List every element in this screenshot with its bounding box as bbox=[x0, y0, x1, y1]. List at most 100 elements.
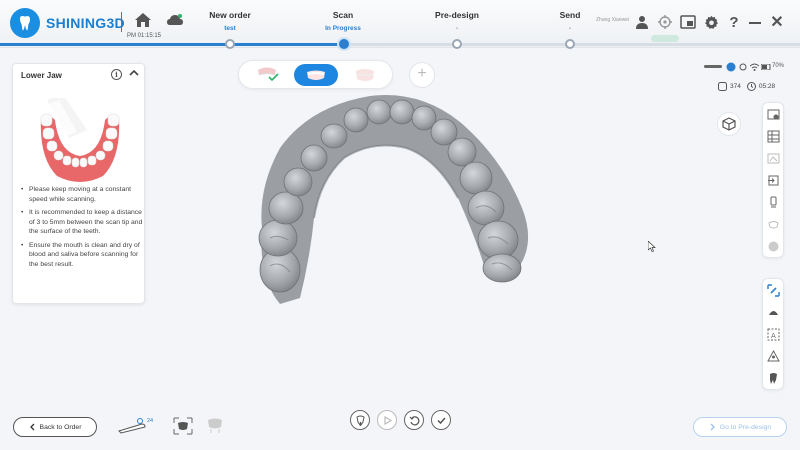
svg-text:A: A bbox=[771, 332, 776, 340]
calibrate-status-pill bbox=[651, 35, 679, 42]
lower-jaw-3d-model[interactable] bbox=[240, 88, 540, 310]
check-icon bbox=[436, 416, 446, 424]
step-dot-new-order bbox=[225, 39, 235, 49]
clock-icon bbox=[746, 82, 756, 91]
settings-button[interactable] bbox=[702, 13, 720, 31]
home-icon bbox=[135, 13, 151, 27]
scan-counters: 374 05:28 bbox=[718, 82, 775, 91]
progress-fill bbox=[0, 43, 344, 46]
tool-denture[interactable] bbox=[763, 213, 783, 235]
screenshot-button[interactable] bbox=[679, 13, 697, 31]
lower-jaw-view-icon bbox=[173, 417, 193, 435]
tool-mark[interactable] bbox=[763, 301, 783, 323]
frame-count: 374 bbox=[730, 83, 741, 90]
step-label: New order bbox=[209, 10, 251, 20]
step-sub: - bbox=[568, 25, 572, 32]
step-scan[interactable]: Scan In Progress bbox=[293, 10, 393, 32]
add-scan-button[interactable]: + bbox=[409, 62, 435, 88]
hide-icon bbox=[768, 241, 778, 251]
confirm-button[interactable] bbox=[431, 410, 451, 430]
collapse-icon[interactable] bbox=[129, 68, 139, 79]
play-button[interactable] bbox=[377, 410, 397, 430]
back-to-order-button[interactable]: Back to Order bbox=[13, 417, 97, 437]
tool-grid[interactable] bbox=[763, 125, 783, 147]
lock-area-icon: A bbox=[767, 328, 779, 340]
minimize-button[interactable] bbox=[746, 13, 764, 31]
tool-scan-settings[interactable] bbox=[763, 103, 783, 125]
elapsed-time: 05:28 bbox=[758, 83, 776, 90]
right-toolbar-top bbox=[762, 102, 784, 258]
app-logo: SHINING3D bbox=[10, 8, 125, 38]
right-toolbar-bottom: A bbox=[762, 278, 784, 390]
timer: 05:28 bbox=[746, 82, 776, 91]
close-button[interactable]: ✕ bbox=[768, 13, 786, 31]
go-to-pre-design-button[interactable]: Go to Pre-design bbox=[693, 417, 787, 437]
step-sub: test bbox=[224, 25, 236, 32]
help-button[interactable]: ? bbox=[725, 13, 743, 31]
app-name: SHINING3D bbox=[46, 15, 125, 31]
panel-title: Lower Jaw bbox=[21, 71, 62, 80]
mark-area-icon bbox=[768, 310, 778, 315]
tool-trim[interactable] bbox=[763, 279, 783, 301]
upper-view-button[interactable] bbox=[204, 416, 226, 441]
tool-measure[interactable] bbox=[763, 345, 783, 367]
tip-item: It is recommended to keep a distance of … bbox=[19, 208, 143, 237]
lower-view-button[interactable] bbox=[172, 416, 194, 441]
tab-occlusion[interactable] bbox=[343, 64, 387, 86]
calibrate-button[interactable] bbox=[656, 13, 674, 31]
scanner-device-icon bbox=[704, 65, 722, 68]
tool-scanbody[interactable] bbox=[763, 191, 783, 213]
plus-icon: + bbox=[417, 65, 427, 82]
step-new-order[interactable]: New order test bbox=[180, 10, 280, 32]
wifi-icon bbox=[726, 62, 736, 72]
tab-upper-jaw[interactable] bbox=[245, 64, 289, 86]
tab-lower-jaw[interactable] bbox=[294, 64, 338, 86]
home-button[interactable] bbox=[134, 12, 152, 33]
frames-icon bbox=[718, 82, 727, 91]
import-icon bbox=[767, 175, 778, 185]
signal-icon bbox=[739, 63, 747, 71]
chevron-right-icon bbox=[710, 423, 715, 431]
header-divider bbox=[121, 12, 122, 32]
minimize-icon bbox=[749, 22, 761, 24]
tooth-logo-icon bbox=[10, 8, 40, 38]
scan-tips-list: Please keep moving at a constant speed w… bbox=[19, 185, 143, 273]
grid-view-icon bbox=[767, 130, 779, 142]
upper-jaw-view-icon bbox=[208, 418, 222, 433]
device-status-row: 70% bbox=[704, 62, 786, 74]
tool-import[interactable] bbox=[763, 169, 783, 191]
step-sub: - bbox=[455, 25, 459, 32]
tip-item: Please keep moving at a constant speed w… bbox=[19, 185, 143, 204]
play-icon bbox=[383, 415, 392, 425]
undo-icon bbox=[409, 415, 419, 425]
calibrate-icon bbox=[658, 15, 672, 29]
tool-tooth-select[interactable] bbox=[763, 367, 783, 389]
step-pre-design[interactable]: Pre-design - bbox=[407, 10, 507, 32]
tool-texture[interactable] bbox=[763, 147, 783, 169]
battery-icon bbox=[761, 64, 771, 70]
chevron-left-icon bbox=[29, 423, 34, 431]
clock-time: PM 01:15:15 bbox=[127, 33, 162, 39]
scan-settings-icon bbox=[767, 109, 779, 119]
handheld-scanner-icon bbox=[118, 418, 146, 434]
scanner-count: 24 bbox=[147, 418, 154, 424]
battery-level: 70% bbox=[772, 63, 785, 69]
tool-hide[interactable] bbox=[763, 235, 783, 257]
view-reset-button[interactable] bbox=[717, 112, 741, 136]
wifi-signal-icon bbox=[750, 63, 759, 71]
user-icon bbox=[636, 16, 648, 29]
user-button[interactable] bbox=[633, 13, 651, 31]
info-icon[interactable]: i bbox=[111, 69, 122, 80]
lower-jaw-icon bbox=[307, 70, 325, 80]
texture-icon bbox=[767, 153, 779, 163]
jaw-selector bbox=[238, 60, 393, 89]
cube-view-icon bbox=[722, 117, 736, 131]
scan-mode-button[interactable] bbox=[350, 410, 370, 430]
tooth-select-icon bbox=[769, 372, 777, 384]
tip-item: Ensure the mouth is clean and dry of blo… bbox=[19, 241, 143, 270]
step-dot-send bbox=[565, 39, 575, 49]
undo-button[interactable] bbox=[404, 410, 424, 430]
screenshot-icon bbox=[680, 15, 696, 29]
step-dot-pre-design bbox=[452, 39, 462, 49]
tool-lock[interactable]: A bbox=[763, 323, 783, 345]
